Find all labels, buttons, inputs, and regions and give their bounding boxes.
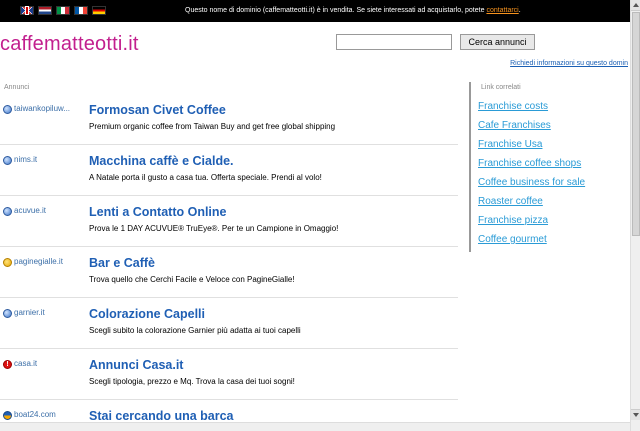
ad-description: Scegli tipologia, prezzo e Mq. Trova la …: [89, 377, 295, 386]
ad-domain[interactable]: paginegialle.it: [14, 257, 86, 266]
ad-result: paginegialle.it Bar e Caffè Trova quello…: [0, 247, 458, 298]
ad-domain[interactable]: nims.it: [14, 155, 86, 164]
boat-icon: [3, 411, 12, 420]
ad-description: Premium organic coffee from Taiwan Buy a…: [89, 122, 336, 131]
ad-description: Prova le 1 DAY ACUVUE® TruEye®. Per te u…: [89, 224, 339, 233]
vertical-scrollbar[interactable]: [630, 0, 640, 431]
top-bar: Questo nome di dominio (caffematteotti.i…: [0, 0, 630, 22]
globe-icon: [3, 105, 12, 114]
ad-result: taiwankopiluw... Formosan Civet Coffee P…: [0, 94, 458, 145]
globe-icon: [3, 309, 12, 318]
search-button[interactable]: Cerca annunci: [460, 34, 535, 50]
ad-title-link[interactable]: Formosan Civet Coffee: [89, 103, 226, 117]
horizontal-scrollbar[interactable]: [0, 422, 630, 431]
ad-result: garnier.it Colorazione Capelli Scegli su…: [0, 298, 458, 349]
scroll-up-icon[interactable]: [631, 0, 640, 11]
globe-icon: [3, 207, 12, 216]
language-flags: [20, 6, 106, 15]
search-input[interactable]: [336, 34, 452, 50]
fr-flag-icon[interactable]: [74, 6, 88, 15]
page: Questo nome di dominio (caffematteotti.i…: [0, 0, 640, 431]
related-link[interactable]: Franchise coffee shops: [478, 158, 585, 177]
related-link[interactable]: Cafe Franchises: [478, 120, 585, 139]
ad-domain[interactable]: casa.it: [14, 359, 86, 368]
site-logo[interactable]: caffematteotti.it: [0, 33, 139, 56]
domain-info-link[interactable]: Richiedi informazioni su questo domin: [510, 60, 628, 67]
ad-domain[interactable]: garnier.it: [14, 308, 86, 317]
paginegialle-icon: [3, 258, 12, 267]
de-flag-icon[interactable]: [92, 6, 106, 15]
uk-flag-icon[interactable]: [20, 6, 34, 15]
sale-notice: Questo nome di dominio (caffematteotti.i…: [185, 7, 521, 14]
related-links-list: Franchise costs Cafe Franchises Franchis…: [478, 101, 585, 253]
alert-icon: !: [3, 360, 12, 369]
ad-domain[interactable]: taiwankopiluw...: [14, 104, 86, 113]
nl-flag-icon[interactable]: [38, 6, 52, 15]
ad-title-link[interactable]: Macchina caffè e Cialde.: [89, 154, 234, 168]
related-links-label: Link correlati: [481, 84, 521, 91]
ad-domain[interactable]: boat24.com: [14, 410, 86, 419]
related-links-sidebar: Link correlati Franchise costs Cafe Fran…: [469, 82, 629, 252]
related-link[interactable]: Coffee business for sale: [478, 177, 585, 196]
ad-description: Scegli subito la colorazione Garnier più…: [89, 326, 301, 335]
ads-section-label: Annunci: [4, 84, 30, 91]
globe-icon: [3, 156, 12, 165]
ad-result: nims.it Macchina caffè e Cialde. A Natal…: [0, 145, 458, 196]
ad-result: ! casa.it Annunci Casa.it Scegli tipolog…: [0, 349, 458, 400]
ad-title-link[interactable]: Colorazione Capelli: [89, 307, 205, 321]
related-link[interactable]: Franchise pizza: [478, 215, 585, 234]
scroll-down-icon[interactable]: [631, 409, 640, 420]
ad-result: acuvue.it Lenti a Contatto Online Prova …: [0, 196, 458, 247]
ad-title-link[interactable]: Annunci Casa.it: [89, 358, 183, 372]
ad-description: Trova quello che Cerchi Facile e Veloce …: [89, 275, 295, 284]
sale-notice-end: .: [518, 7, 521, 14]
related-link[interactable]: Coffee gourmet: [478, 234, 585, 253]
ad-domain[interactable]: acuvue.it: [14, 206, 86, 215]
scrollbar-thumb[interactable]: [632, 12, 640, 236]
related-link[interactable]: Franchise costs: [478, 101, 585, 120]
ad-title-link[interactable]: Bar e Caffè: [89, 256, 155, 270]
related-link[interactable]: Franchise Usa: [478, 139, 585, 158]
ad-title-link[interactable]: Lenti a Contatto Online: [89, 205, 227, 219]
ad-title-link[interactable]: Stai cercando una barca: [89, 409, 234, 423]
it-flag-icon[interactable]: [56, 6, 70, 15]
sale-notice-text: Questo nome di dominio (caffematteotti.i…: [185, 7, 487, 14]
ad-description: A Natale porta il gusto a casa tua. Offe…: [89, 173, 322, 182]
related-link[interactable]: Roaster coffee: [478, 196, 585, 215]
contact-link[interactable]: contattarci: [486, 7, 518, 14]
ad-results-list: taiwankopiluw... Formosan Civet Coffee P…: [0, 94, 458, 431]
